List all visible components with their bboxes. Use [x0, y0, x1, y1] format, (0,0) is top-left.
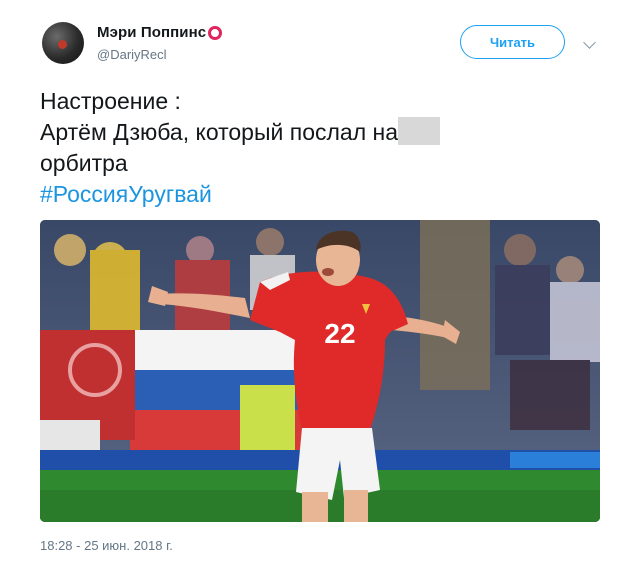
chevron-down-icon[interactable] [583, 36, 596, 49]
tweet-text-line-1: Настроение : [40, 88, 181, 114]
avatar-detail [58, 40, 67, 49]
tweet-text-line-2-content: Артём Дзюба, который послал на [40, 119, 399, 145]
tweet-timestamp[interactable]: 18:28 - 25 июн. 2018 г. [40, 538, 173, 553]
author-name[interactable]: Мэри Поппинс [97, 24, 206, 41]
tweet-text-line-3: орбитра [40, 150, 128, 176]
author-handle[interactable]: @DariyRecl [97, 47, 167, 62]
author-avatar[interactable] [42, 22, 84, 64]
hashtag-link[interactable]: #РоссияУругвай [40, 179, 440, 210]
follow-button[interactable]: Читать [460, 25, 565, 59]
photo-illustration: 22 [40, 220, 600, 522]
redacted-word [398, 117, 441, 145]
tweet-text-line-2: Артём Дзюба, который послал на [40, 117, 441, 148]
tweet-photo[interactable]: 22 [40, 220, 600, 522]
jersey-number: 22 [324, 318, 355, 349]
red-ring-icon [208, 25, 223, 40]
tweet-text: Настроение : Артём Дзюба, который послал… [40, 86, 441, 210]
author-name-row[interactable]: Мэри Поппинс [97, 24, 223, 41]
